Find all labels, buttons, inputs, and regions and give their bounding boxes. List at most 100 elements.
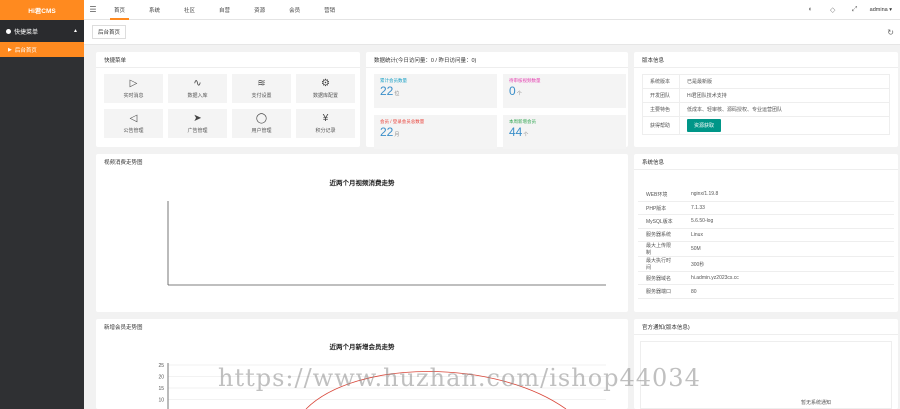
username: admina [869,6,888,13]
theme-icon[interactable]: ◐ [800,6,822,13]
card-title: 版本信息 [634,52,898,68]
quick-item-label: 广告管理 [187,128,208,134]
quick-item-label: 支付设置 [251,93,272,99]
gear-icon: ⚙ [321,78,330,89]
top-nav: 首页 系统 社区 自营 资源 会员 营销 [102,0,347,20]
hamburger-icon[interactable]: ☰ [84,5,102,14]
table-row: 系统版本 已是最新版 [642,74,890,89]
row-key: 服务器端口 [638,284,683,299]
top-right-tools: ◐ ◇ ⤢ admina ▾ [800,6,900,14]
play-icon: ▷ [129,78,138,89]
layers-icon: ≋ [257,78,266,89]
stat-unit: 月 [394,132,400,138]
member-chart-card: 新增会员走势图 近两个月新增会员走势 252015105 [96,319,628,409]
sidebar-item-home[interactable]: ▶ 后台首页 [0,42,84,57]
version-table: 系统版本 已是最新版 开发团队 Hi君团队技术支持 主要特色 低成本、轻审核、源码授权… [642,74,890,135]
table-row: 开发团队 Hi君团队技术支持 [642,88,890,103]
quick-item-label: 数据库配置 [312,93,338,99]
row-key: 服务器域名 [638,271,683,286]
card-title: 数据统计(今日访问量：0 / 昨日访问量：0) [366,52,628,68]
series-line [305,371,567,409]
table-row: WEB环境 nginx/1.19.8 [638,188,894,202]
quick-item[interactable]: ◁ 公告管理 [104,109,163,138]
y-tick-label: 10 [158,397,164,403]
sidebar-item-label: 后台首页 [14,47,37,54]
nav-item-self-run[interactable]: 自营 [207,0,242,20]
quick-item[interactable]: ◯ 用户管理 [232,109,291,138]
table-row: 服务器端口 80 [638,284,894,299]
table-row: 获得帮助 资源获取 [642,116,890,135]
row-key: 最大执行时间 [638,256,683,273]
row-value: hi.admin.yz2023cs.cc [683,271,894,286]
sidebar-group-quick-menu[interactable]: 快捷菜单 ▲ [0,20,84,42]
card-title: 官方通知(版本信息) [634,319,898,335]
table-row: PHP版本 7.1.33 [638,201,894,216]
quick-item-label: 公告管理 [123,128,144,134]
nav-item-marketing[interactable]: 营销 [312,0,347,20]
stat-weekly-members: 本周新增会员 44个 [503,115,626,149]
caret-up-icon: ▲ [73,28,78,34]
tag-icon[interactable]: ◇ [822,6,844,14]
stat-value: 22 [380,125,394,139]
stat-login-members: 会员 / 登录会员总数量 22月 [374,115,497,149]
y-tick-label: 25 [158,363,164,369]
row-value: 80 [683,284,894,299]
quick-item-label: 用户管理 [251,128,272,134]
circle-icon [6,28,11,34]
stat-unit: 个 [516,91,522,97]
stat-pending-videos: 待审核视频数量 0个 [503,74,626,108]
nav-item-resources[interactable]: 资源 [242,0,277,20]
version-card: 版本信息 系统版本 已是最新版 开发团队 Hi君团队技术支持 主要特色 低成本、轻审核… [634,52,898,147]
quick-item[interactable]: ⚙ 数据库配置 [296,74,355,103]
stat-total-members: 累计会员数量 22位 [374,74,497,108]
card-title: 快捷菜单 [96,52,360,68]
nav-item-home[interactable]: 首页 [102,0,137,20]
logo[interactable]: Hi君CMS [0,0,84,20]
stat-value: 22 [380,84,394,98]
get-resource-button[interactable]: 资源获取 [687,119,722,132]
fullscreen-icon[interactable]: ⤢ [844,6,866,14]
table-row: 最大上传限制 50M [638,241,894,258]
member-chart-svg: 252015105 [158,363,606,409]
pulse-icon: ∿ [193,78,202,89]
table-row: 主要特色 低成本、轻审核、源码授权、专业运营团队 [642,102,890,117]
table-row: 最大执行时间 300秒 [638,256,894,273]
refresh-icon[interactable]: ↻ [887,28,894,37]
sidebar: Hi君CMS 快捷菜单 ▲ ▶ 后台首页 [0,0,84,409]
row-value: Hi君团队技术支持 [679,88,890,103]
tab-home[interactable]: 后台首页 [92,25,127,39]
top-bar: ☰ 首页 系统 社区 自营 资源 会员 营销 ◐ ◇ ⤢ admina ▾ [84,0,900,20]
row-key: 系统版本 [642,74,680,89]
quick-item-label: 数据入库 [187,93,208,99]
stats-card: 数据统计(今日访问量：0 / 昨日访问量：0) 累计会员数量 22位 待审核视频… [366,52,628,149]
nav-item-system[interactable]: 系统 [137,0,172,20]
row-value: Linux [683,228,894,243]
triangle-right-icon: ▶ [8,46,12,53]
row-value: nginx/1.19.8 [683,188,894,202]
system-info-card: 系统信息 WEB环境 nginx/1.19.8 PHP版本 7.1.33 MySQL… [634,154,898,312]
quick-item[interactable]: ≋ 支付设置 [232,74,291,103]
row-key: MySQL版本 [638,214,683,229]
row-key: 主要特色 [642,102,680,117]
quick-item-label: 积分记录 [315,128,336,134]
row-key: 服务器系统 [638,228,683,243]
row-key: 开发团队 [642,88,680,103]
row-value: 5.6.50-log [683,214,894,229]
quick-item[interactable]: ¥ 积分记录 [296,109,355,138]
row-value: 50M [683,241,894,258]
user-menu[interactable]: admina ▾ [870,7,892,13]
card-title: 系统信息 [634,154,898,170]
video-chart-card: 视频消费走势图 近两个月视频消费走势 [96,154,628,312]
yen-icon: ¥ [322,113,329,124]
row-key: 获得帮助 [642,116,680,135]
video-chart-svg [167,201,606,286]
nav-item-members[interactable]: 会员 [277,0,312,20]
nav-item-community[interactable]: 社区 [172,0,207,20]
table-row: MySQL版本 5.6.50-log [638,214,894,229]
quick-item[interactable]: ∿ 数据入库 [168,74,227,103]
row-value: 7.1.33 [683,201,894,216]
quick-item[interactable]: ▷ 实时消息 [104,74,163,103]
sidebar-group-label: 快捷菜单 [14,29,39,36]
stat-value: 0 [509,84,516,98]
quick-item[interactable]: ➤ 广告管理 [168,109,227,138]
